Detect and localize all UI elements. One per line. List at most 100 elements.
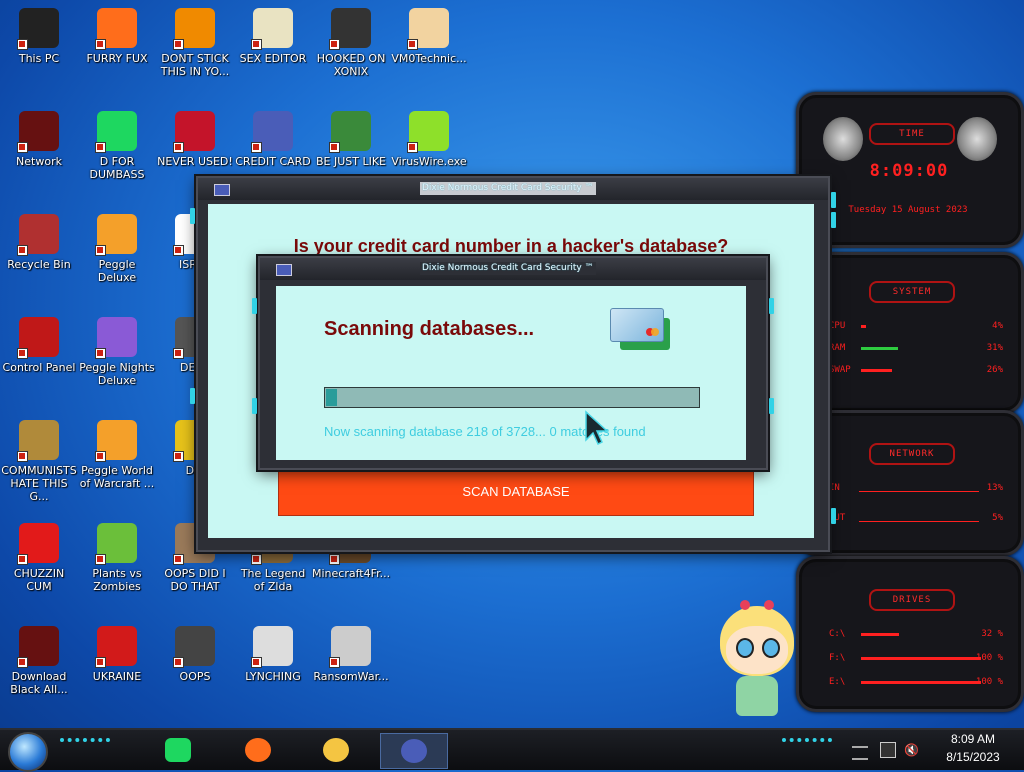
system-clock[interactable]: 8:09 AM 8/15/2023 (930, 730, 1016, 770)
desktop-icon-label: VM0Technic... (391, 52, 467, 65)
desktop-icon[interactable]: COMMUNISTS HATE THIS G... (0, 420, 78, 503)
taskbar: 🔇 8:09 AM 8/15/2023 (0, 728, 1024, 772)
widget-row-label: E:\ (829, 677, 846, 687)
network-tray-icon[interactable] (880, 742, 896, 758)
shortcut-arrow-icon (17, 39, 28, 50)
recycle-bin-icon (17, 214, 59, 256)
shortcut-arrow-icon (17, 657, 28, 668)
widget-row-value: 4% (992, 321, 1003, 331)
desktop-icon-label: LYNCHING (245, 670, 301, 683)
pvz-icon (95, 523, 137, 565)
desktop-icon-label: DONT STICK THIS IN YO... (160, 52, 230, 78)
widget-title: SYSTEM (869, 281, 955, 303)
desktop-icon-label: Recycle Bin (7, 258, 71, 271)
desktop-icon[interactable]: Plants vs Zombies (78, 523, 156, 593)
drives-widget: DRIVES C:\ 32 % F:\ 100 % E:\ 100 % (796, 556, 1024, 712)
desktop-icon[interactable]: Control Panel (0, 317, 78, 374)
widget-row-label: C:\ (829, 629, 846, 639)
shortcut-arrow-icon (95, 348, 106, 359)
system-widget: SYSTEM CPU 4% RAM 31% SWAP 26% (796, 252, 1024, 414)
desktop-icon[interactable]: BE JUST LIKE (312, 111, 390, 168)
credit-card-icon (214, 184, 230, 196)
desktop-icon[interactable]: NEVER USED! (156, 111, 234, 168)
widget-row-label: RAM (829, 343, 846, 353)
shortcut-arrow-icon (17, 142, 28, 153)
shortcut-arrow-icon (173, 451, 184, 462)
peggle-wow-icon (95, 420, 137, 462)
oops-icon (173, 626, 215, 668)
desktop-icon[interactable]: OOPS (156, 626, 234, 683)
desktop-icon[interactable]: DONT STICK THIS IN YO... (156, 8, 234, 78)
shortcut-arrow-icon (173, 245, 184, 256)
taskbar-app-button[interactable] (380, 733, 448, 769)
alien-head-icon (957, 117, 997, 161)
desktop-icon-label: This PC (18, 52, 60, 65)
widget-level-bar (861, 657, 981, 660)
taskbar-app-button[interactable] (240, 733, 276, 767)
devcpp-icon (173, 111, 215, 153)
desktop-icon[interactable]: RansomWar... (312, 626, 390, 683)
desktop-icon[interactable]: SEX EDITOR (234, 8, 312, 65)
shortcut-arrow-icon (251, 554, 262, 565)
shortcut-arrow-icon (17, 554, 28, 565)
desktop-icon[interactable]: FURRY FUX (78, 8, 156, 65)
desktop-icon[interactable]: CHUZZIN CUM (0, 523, 78, 593)
title-bar[interactable]: Dixie Normous Credit Card Security ™ (260, 258, 766, 280)
peggle-icon (95, 214, 137, 256)
desktop-icon[interactable]: HOOKED ON XONIX (312, 8, 390, 78)
desktop-icon-label: Download Black All... (10, 670, 68, 696)
desktop-icon[interactable]: VirusWire.exe (390, 111, 468, 168)
desktop-icon[interactable]: Peggle World of Warcraft ... (78, 420, 156, 490)
widget-row-value: 26% (986, 365, 1003, 375)
desktop-icon-label: NEVER USED! (157, 155, 233, 168)
desktop-icon[interactable]: Network (0, 111, 78, 168)
widget-level-bar (861, 325, 866, 328)
show-hidden-icons-icon[interactable] (852, 746, 868, 760)
taskbar-app-button[interactable] (160, 733, 196, 767)
taskbar-app-button[interactable] (318, 733, 354, 767)
desktop-icon[interactable]: LYNCHING (234, 626, 312, 683)
desktop-icon-label: Peggle World of Warcraft ... (79, 464, 155, 490)
lime-icon (407, 111, 449, 153)
volume-muted-icon[interactable]: 🔇 (904, 742, 920, 758)
shortcut-arrow-icon (95, 39, 106, 50)
scan-progress-window[interactable]: Dixie Normous Credit Card Security ™ Sca… (252, 256, 774, 470)
desktop-icon[interactable]: CREDIT CARD (234, 111, 312, 168)
shortcut-arrow-icon (173, 39, 184, 50)
start-button[interactable] (8, 732, 48, 772)
shortcut-arrow-icon (95, 451, 106, 462)
widget-date: Tuesday 15 August 2023 (848, 205, 968, 215)
skull-icon (329, 626, 371, 668)
desktop-icon[interactable]: VM0Technic... (390, 8, 468, 65)
alien-head-icon (823, 117, 863, 161)
mouse-cursor-icon (585, 410, 609, 446)
control-panel-icon (17, 317, 59, 359)
doctor-icon (407, 8, 449, 50)
desktop-icon[interactable]: Download Black All... (0, 626, 78, 696)
scan-database-button[interactable]: SCAN DATABASE (278, 468, 754, 516)
desktop-icon[interactable]: This PC (0, 8, 78, 65)
noose-icon (251, 626, 293, 668)
shortcut-arrow-icon (251, 657, 262, 668)
widget-row-label: IN (829, 483, 840, 493)
desktop-icon-label: OOPS (179, 670, 211, 683)
desktop-icon[interactable]: D FOR DUMBASS (78, 111, 156, 181)
desktop-icon-label: Plants vs Zombies (92, 567, 142, 593)
shortcut-arrow-icon (95, 142, 106, 153)
desktop-icon-label: The Legend of Zlda (240, 567, 306, 593)
monitor-icon (17, 8, 59, 50)
desktop-icon-label: Minecraft4Fr... (312, 567, 391, 580)
title-bar[interactable]: Dixie Normous Credit Card Security ™ (198, 178, 828, 200)
desktop-icon[interactable]: UKRAINE (78, 626, 156, 683)
window-title: Dixie Normous Credit Card Security ™ (420, 182, 596, 195)
shortcut-arrow-icon (17, 451, 28, 462)
widget-title: DRIVES (869, 589, 955, 611)
desktop-icon[interactable]: Peggle Nights Deluxe (78, 317, 156, 387)
page-heading: Is your credit card number in a hacker's… (293, 236, 729, 256)
widget-row-label: SWAP (829, 365, 851, 375)
radiation-icon (95, 626, 137, 668)
desktop-icon-label: Peggle Nights Deluxe (79, 361, 155, 387)
desktop-icon[interactable]: Peggle Deluxe (78, 214, 156, 284)
file-explorer-icon (323, 738, 349, 762)
desktop-icon[interactable]: Recycle Bin (0, 214, 78, 271)
